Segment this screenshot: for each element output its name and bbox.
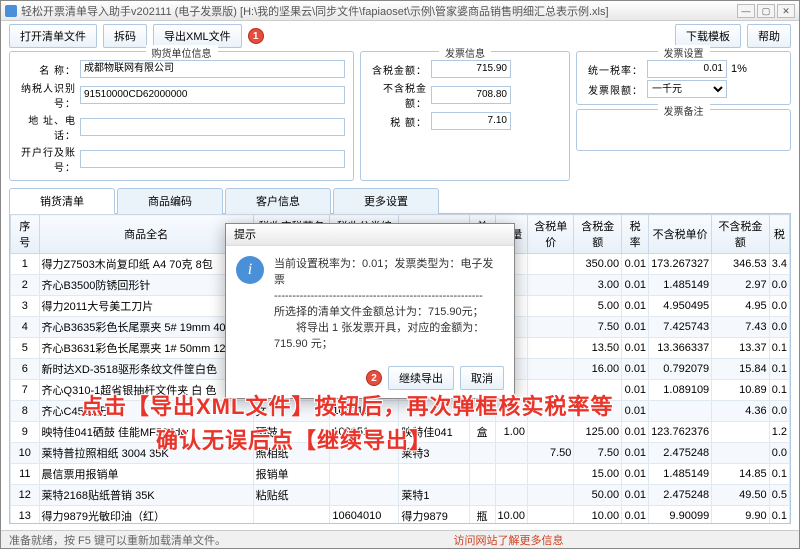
buyer-bank-input[interactable]	[80, 150, 345, 168]
buyer-taxid-input[interactable]: 91510000CD62000000	[80, 86, 345, 104]
col-header[interactable]: 序 号	[11, 215, 40, 254]
cancel-button[interactable]: 取消	[460, 366, 504, 390]
col-header[interactable]: 商品全名	[39, 215, 253, 254]
note-panel: 发票备注	[576, 109, 791, 151]
panel-title: 发票设置	[658, 45, 710, 60]
panel-title: 发票备注	[658, 103, 710, 118]
tab-product-code[interactable]: 商品编码	[117, 188, 223, 214]
window-title: 轻松开票清单导入助手v202111 (电子发票版) [H:\我的坚果云\同步文件…	[21, 3, 609, 19]
invoice-panel: 发票信息 含税金额：715.90 不含税金额：708.80 税 额：7.10	[360, 51, 570, 181]
panel-title: 发票信息	[439, 45, 491, 60]
table-row[interactable]: 12莱特2168贴纸普销 35K粘贴纸莱特150.000.012.4752484…	[11, 485, 790, 506]
decode-button[interactable]: 拆码	[103, 24, 147, 48]
tax-input[interactable]: 7.10	[431, 112, 511, 130]
open-file-button[interactable]: 打开清单文件	[9, 24, 97, 48]
continue-export-button[interactable]: 继续导出	[388, 366, 454, 390]
minimize-button[interactable]: —	[737, 4, 755, 18]
tabs: 销货清单 商品编码 客户信息 更多设置	[9, 187, 791, 214]
limit-select[interactable]: 一千元	[647, 80, 727, 98]
annotation-text-2: 确认无误后点【继续导出】	[156, 423, 432, 455]
close-button[interactable]: ✕	[777, 4, 795, 18]
annotation-text-1: 点击【导出XML文件】按钮后，再次弹框核实税率等	[81, 389, 613, 421]
amount-incl-input[interactable]: 715.90	[431, 60, 511, 78]
panel-title: 购货单位信息	[146, 45, 218, 60]
maximize-button[interactable]: ▢	[757, 4, 775, 18]
table-row[interactable]: 11晨信票用报销单报销单15.000.011.48514914.850.1	[11, 464, 790, 485]
help-button[interactable]: 帮助	[747, 24, 791, 48]
col-header[interactable]: 税率	[622, 215, 649, 254]
dialog-text: 当前设置税率为：0.01；发票类型为：电子发票 ----------------…	[274, 256, 504, 352]
tab-sales-list[interactable]: 销货清单	[9, 188, 115, 214]
callout-marker-2: 2	[366, 370, 382, 386]
callout-marker-1: 1	[248, 28, 264, 44]
amount-excl-input[interactable]: 708.80	[431, 86, 511, 104]
col-header[interactable]: 含税单价	[528, 215, 574, 254]
tab-more[interactable]: 更多设置	[333, 188, 439, 214]
info-icon: i	[236, 256, 264, 284]
tab-customer[interactable]: 客户信息	[225, 188, 331, 214]
col-header[interactable]: 含税金额	[574, 215, 622, 254]
note-input[interactable]	[585, 116, 782, 146]
dialog-title: 提示	[226, 224, 514, 246]
col-header[interactable]: 不含税金额	[712, 215, 769, 254]
buyer-name-input[interactable]: 成都物联网有限公司	[80, 60, 345, 78]
col-header[interactable]: 不含税单价	[649, 215, 712, 254]
rate-input[interactable]: 0.01	[647, 60, 727, 78]
table-row[interactable]: 13得力9879光敏印油（红）10604010得力9879瓶10.0010.00…	[11, 506, 790, 525]
confirm-dialog: 提示 i 当前设置税率为：0.01；发票类型为：电子发票 -----------…	[225, 223, 515, 399]
buyer-addr-input[interactable]	[80, 118, 345, 136]
buyer-panel: 购货单位信息 名 称：成都物联网有限公司 纳税人识别号：91510000CD62…	[9, 51, 354, 181]
website-link[interactable]: 访问网站了解更多信息	[453, 532, 563, 548]
col-header[interactable]: 税	[769, 215, 789, 254]
settings-panel: 发票设置 统一税率：0.011% 发票限额：一千元	[576, 51, 791, 105]
status-bar: 准备就绪，按 F5 键可以重新加载清单文件。 访问网站了解更多信息	[1, 530, 799, 548]
app-icon	[5, 5, 17, 17]
title-bar: 轻松开票清单导入助手v202111 (电子发票版) [H:\我的坚果云\同步文件…	[1, 1, 799, 21]
status-text: 准备就绪，按 F5 键可以重新加载清单文件。	[9, 532, 226, 548]
